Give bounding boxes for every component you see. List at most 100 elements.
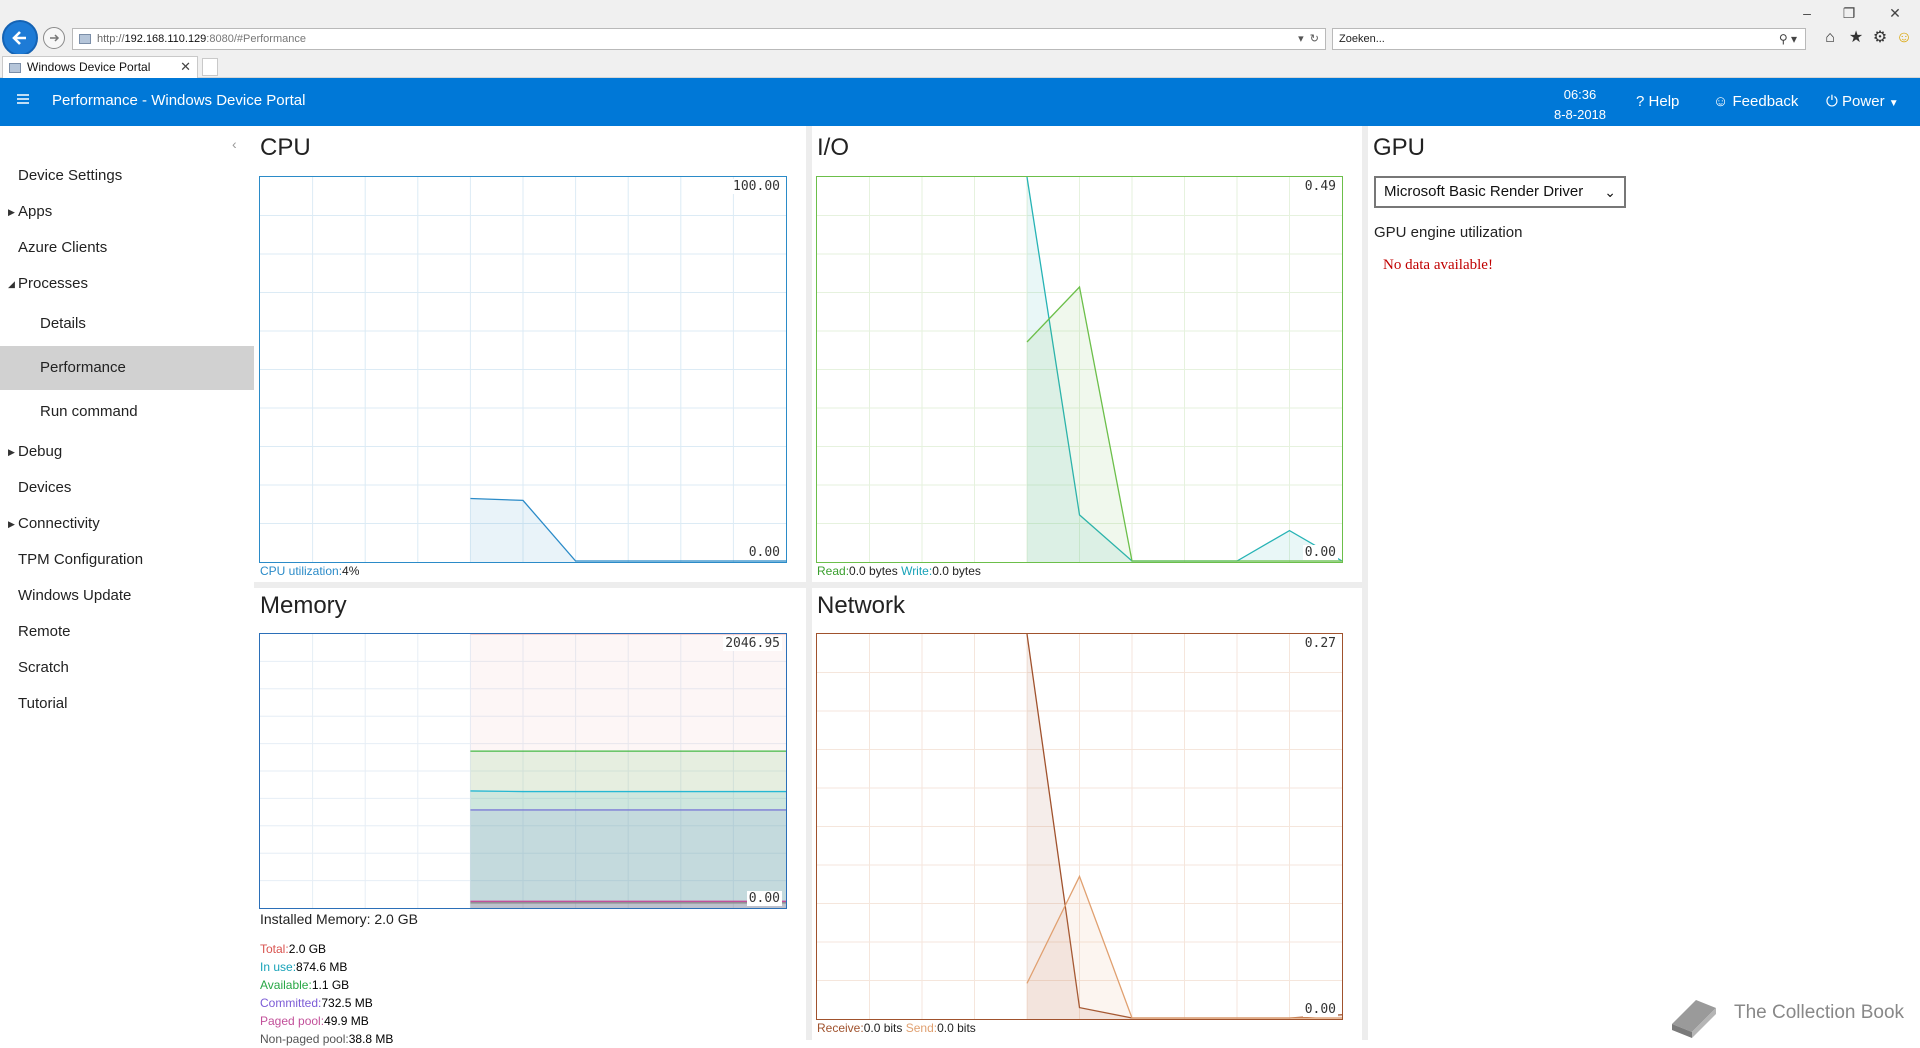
back-button[interactable] (2, 20, 38, 56)
search-icon[interactable]: ⚲ ▾ (1779, 29, 1797, 49)
io-write-label: Write: (901, 564, 933, 578)
io-legend: Read:0.0 bytes Write:0.0 bytes (817, 564, 981, 578)
io-min-label: 0.00 (1302, 545, 1338, 560)
sidebar-item-azure-clients[interactable]: Azure Clients (0, 230, 254, 266)
forward-button[interactable] (43, 27, 65, 49)
help-link[interactable]: ? Help (1636, 93, 1679, 110)
sidebar-item-details[interactable]: Details (0, 306, 254, 342)
app-header: Performance - Windows Device Portal 06:3… (0, 78, 1920, 126)
sidebar-item-device-settings[interactable]: Device Settings (0, 158, 254, 194)
power-label: Power (1842, 93, 1885, 110)
network-receive-value: 0.0 bits (863, 1021, 903, 1035)
memory-series-5-area (470, 902, 786, 908)
browser-search-box[interactable]: Zoeken... ⚲ ▾ (1332, 28, 1806, 50)
page-title: Performance - Windows Device Portal (52, 92, 306, 109)
address-bar[interactable]: http://192.168.110.129:8080/#Performance… (72, 28, 1326, 50)
sidebar-item-windows-update[interactable]: Windows Update (0, 578, 254, 614)
title-strip (0, 0, 1920, 28)
memory-max-label: 2046.95 (723, 636, 782, 651)
close-window-icon[interactable]: ✕ (1882, 2, 1908, 24)
clock-time: 06:36 (1563, 87, 1597, 102)
sidebar-item-connectivity[interactable]: ▶ Connectivity (0, 506, 254, 542)
chevron-down-icon: ▼ (1888, 98, 1899, 109)
power-icon: ⏻ (1826, 93, 1838, 110)
new-tab-button[interactable] (202, 58, 218, 76)
expand-triangle-icon: ▶ (8, 207, 15, 217)
tab-favicon-icon (9, 63, 21, 73)
cpu-chart-svg (260, 177, 786, 562)
gpu-no-data: No data available! (1383, 257, 1493, 273)
memory-series-3-area (470, 809, 786, 908)
feedback-label: Feedback (1732, 93, 1799, 110)
search-placeholder: Zoeken... (1339, 33, 1385, 45)
memory-chart: 2046.95 0.00 (259, 633, 787, 909)
memory-stat-in-use: In use:874.6 MB (260, 960, 348, 974)
io-read-value: 0.0 bytes (849, 564, 898, 578)
sidebar-item-run-command[interactable]: Run command (0, 394, 254, 430)
url-host: 192.168.110.129 (124, 33, 207, 45)
sidebar-item-performance[interactable]: Performance (0, 346, 254, 390)
url-rest: :8080/#Performance (206, 33, 306, 45)
gpu-title: GPU (1373, 134, 1426, 161)
tab-bar: Windows Device Portal ✕ (0, 54, 1920, 78)
cpu-min-label: 0.00 (746, 545, 782, 560)
io-write-value: 0.0 bytes (932, 564, 981, 578)
sidebar-item-apps[interactable]: ▶ Apps (0, 194, 254, 230)
browser-tab-active[interactable]: Windows Device Portal ✕ (2, 56, 198, 78)
hamburger-menu-icon[interactable] (16, 92, 32, 110)
url-prefix: http:// (97, 33, 125, 45)
sidebar-item-processes[interactable]: ◢ Processes (0, 266, 254, 302)
dropdown-icon[interactable]: ▾ (1298, 33, 1304, 45)
collapse-sidebar-icon[interactable]: ‹ (232, 136, 237, 152)
cpu-max-label: 100.00 (731, 179, 782, 194)
sidebar-item-tutorial[interactable]: Tutorial (0, 686, 254, 722)
network-receive-label: Receive: (817, 1021, 864, 1035)
home-icon[interactable]: ⌂ (1820, 28, 1840, 48)
arrow-left-icon (12, 31, 26, 45)
menu-icon (17, 94, 29, 104)
smiley-icon[interactable]: ☺ (1894, 28, 1914, 48)
memory-chart-svg (260, 634, 786, 908)
cpu-title: CPU (260, 134, 311, 161)
memory-stat-total: Total:2.0 GB (260, 942, 327, 956)
watermark: The Collection Book (1664, 986, 1920, 1040)
cpu-util-value: 4% (342, 564, 360, 578)
gpu-driver-select[interactable]: Microsoft Basic Render Driver ⌄ (1374, 176, 1626, 208)
io-max-label: 0.49 (1302, 179, 1338, 194)
site-favicon-icon (79, 34, 91, 44)
refresh-icon[interactable]: ↻ (1310, 33, 1319, 45)
cpu-legend: CPU utilization:4% (260, 564, 359, 578)
minimize-icon[interactable]: – (1794, 2, 1820, 24)
memory-stat-available: Available:1.1 GB (260, 978, 350, 992)
power-menu[interactable]: ⏻ Power ▼ (1826, 93, 1899, 110)
memory-min-label: 0.00 (746, 891, 782, 906)
network-max-label: 0.27 (1302, 636, 1338, 651)
restore-icon[interactable]: ❐ (1836, 2, 1862, 24)
sidebar-item-remote[interactable]: Remote (0, 614, 254, 650)
watermark-text: The Collection Book (1734, 1002, 1905, 1023)
memory-stats: Total:2.0 GB In use:874.6 MB Available:1… (260, 940, 393, 1048)
sidebar-item-debug[interactable]: ▶ Debug (0, 434, 254, 470)
favorites-star-icon[interactable]: ★ (1846, 28, 1866, 48)
network-legend: Receive:0.0 bits Send:0.0 bits (817, 1021, 976, 1035)
expand-triangle-icon: ▶ (8, 519, 15, 529)
gear-icon[interactable]: ⚙ (1870, 28, 1890, 48)
gpu-util-label: GPU engine utilization (1374, 224, 1523, 241)
close-tab-icon[interactable]: ✕ (180, 57, 191, 77)
memory-stat-committed: Committed:732.5 MB (260, 996, 373, 1010)
address-controls[interactable]: ▾ ↻ (1298, 29, 1319, 49)
io-read-label: Read: (817, 564, 850, 578)
sidebar-item-devices[interactable]: Devices (0, 470, 254, 506)
io-chart-svg (817, 177, 1342, 562)
arrow-right-icon (50, 34, 60, 42)
network-send-label: Send: (905, 1021, 938, 1035)
cpu-chart: 100.00 0.00 (259, 176, 787, 563)
network-title: Network (817, 592, 906, 619)
sidebar-item-tpm-configuration[interactable]: TPM Configuration (0, 542, 254, 578)
book-icon (1672, 1000, 1716, 1038)
panel-divider (1362, 126, 1368, 1040)
feedback-link[interactable]: ☺ Feedback (1713, 93, 1798, 110)
sidebar-item-scratch[interactable]: Scratch (0, 650, 254, 686)
smiley-icon: ☺ (1713, 93, 1729, 110)
panel-divider (254, 582, 1362, 588)
